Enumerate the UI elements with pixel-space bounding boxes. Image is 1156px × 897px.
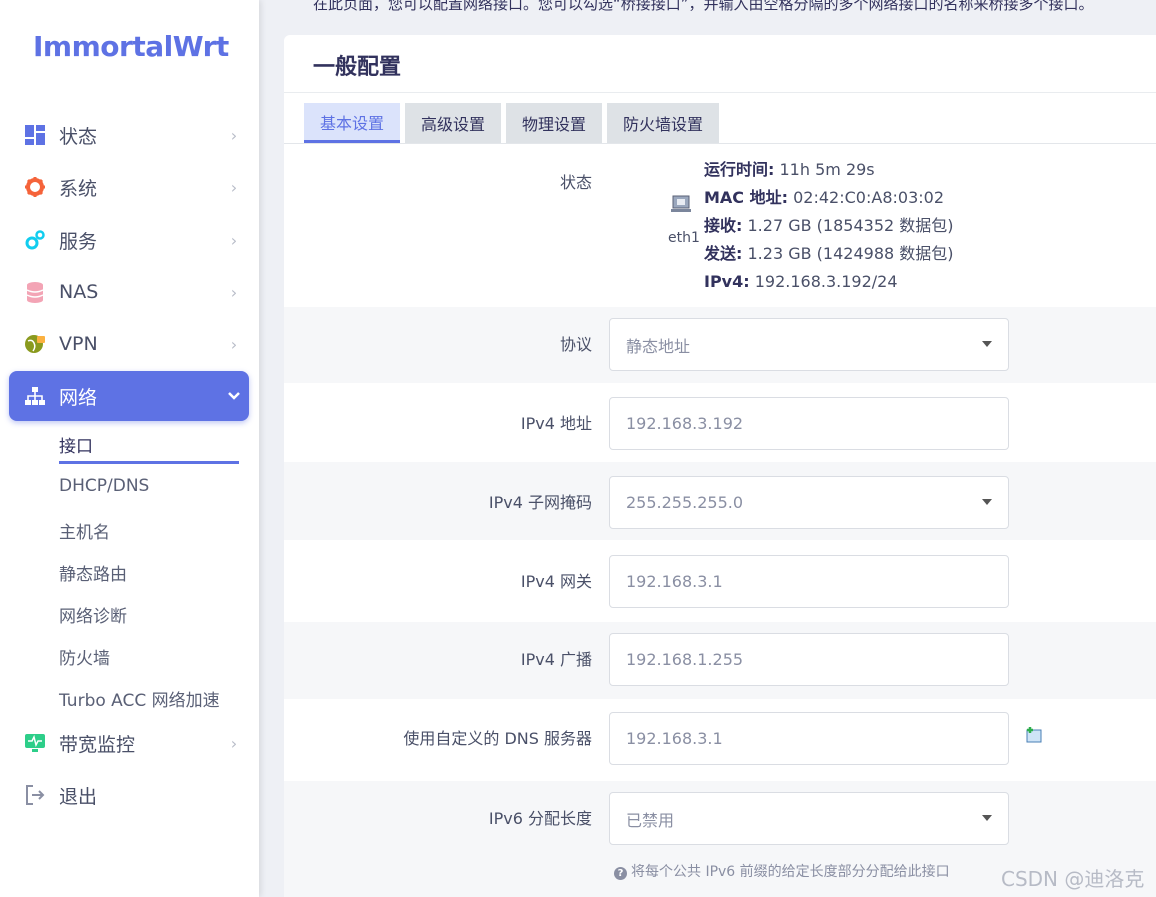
broadcast-value: 192.168.1.255 bbox=[626, 650, 744, 669]
nav-system-label: 系统 bbox=[59, 177, 98, 200]
ipv4-address-label: IPv4 地址 bbox=[520, 414, 592, 433]
add-dns-icon[interactable] bbox=[1024, 725, 1044, 749]
ipv6-hint-text: 将每个公共 IPv6 前缀的给定长度部分分配给此接口 bbox=[631, 864, 950, 880]
netmask-select[interactable]: 255.255.255.0 bbox=[609, 476, 1009, 529]
uptime-value: 11h 5m 29s bbox=[779, 160, 875, 179]
chevron-down-icon bbox=[219, 391, 249, 401]
protocol-select[interactable]: 静态地址 bbox=[609, 318, 1009, 371]
nav-network[interactable]: 网络 bbox=[9, 371, 249, 421]
ipv4-status-label: IPv4: bbox=[704, 272, 750, 291]
netmask-value: 255.255.255.0 bbox=[626, 493, 744, 512]
logout-icon bbox=[9, 784, 59, 806]
caret-down-icon bbox=[982, 815, 992, 821]
nav-system[interactable]: 系统 › bbox=[9, 162, 249, 212]
ipv6-hint: ? 将每个公共 IPv6 前缀的给定长度部分分配给此接口 bbox=[614, 861, 950, 881]
nav-services-label: 服务 bbox=[59, 230, 98, 253]
dns-value: 192.168.3.1 bbox=[626, 729, 723, 748]
subnav-turbo-acc[interactable]: Turbo ACC 网络加速 bbox=[59, 686, 220, 711]
netmask-row: IPv4 子网掩码 255.255.255.0 bbox=[284, 462, 1156, 540]
divider bbox=[284, 92, 1156, 93]
protocol-label: 协议 bbox=[559, 335, 592, 354]
dns-row: 使用自定义的 DNS 服务器 192.168.3.1 bbox=[284, 699, 1156, 781]
subnav-hostnames[interactable]: 主机名 bbox=[59, 518, 110, 543]
tab-firewall[interactable]: 防火墙设置 bbox=[607, 103, 720, 143]
database-icon bbox=[9, 281, 59, 303]
caret-down-icon bbox=[982, 499, 992, 505]
tx-value: 1.23 GB (1424988 数据包) bbox=[747, 244, 954, 263]
nav-status-label: 状态 bbox=[59, 125, 98, 148]
broadcast-row: IPv4 广播 192.168.1.255 bbox=[284, 622, 1156, 699]
globe-lock-icon bbox=[9, 333, 59, 355]
network-icon bbox=[9, 385, 59, 407]
watermark: CSDN @迪洛克 bbox=[1001, 867, 1145, 891]
nav-logout[interactable]: 退出 bbox=[9, 770, 249, 820]
rx-label: 接收: bbox=[704, 216, 743, 235]
subnav-dhcp-dns[interactable]: DHCP/DNS bbox=[59, 476, 149, 496]
monitor-icon bbox=[9, 732, 59, 754]
general-config-card: 一般配置 基本设置 高级设置 物理设置 防火墙设置 状态 eth1 运行时间: … bbox=[284, 35, 1156, 897]
subnav-interfaces[interactable]: 接口 bbox=[59, 432, 93, 457]
question-icon: ? bbox=[614, 867, 627, 880]
nav-nas[interactable]: NAS › bbox=[9, 267, 249, 317]
cogs-icon bbox=[9, 229, 59, 251]
protocol-value: 静态地址 bbox=[626, 336, 691, 356]
dashboard-icon bbox=[9, 124, 59, 146]
netmask-label: IPv4 子网掩码 bbox=[488, 493, 592, 512]
mac-label: MAC 地址: bbox=[704, 188, 789, 207]
tab-bar: 基本设置 高级设置 物理设置 防火墙设置 bbox=[304, 103, 720, 143]
gateway-value: 192.168.3.1 bbox=[626, 572, 723, 591]
ipv4-address-row: IPv4 地址 192.168.3.192 bbox=[284, 383, 1156, 462]
ethernet-port-icon bbox=[670, 192, 692, 218]
tab-physical[interactable]: 物理设置 bbox=[506, 103, 603, 143]
tab-basic[interactable]: 基本设置 bbox=[304, 103, 401, 143]
nav-services[interactable]: 服务 › bbox=[9, 215, 249, 265]
rx-value: 1.27 GB (1854352 数据包) bbox=[747, 216, 954, 235]
subnav-firewall[interactable]: 防火墙 bbox=[59, 644, 110, 669]
ipv4-address-value: 192.168.3.192 bbox=[626, 414, 744, 433]
page-description: 在此页面，您可以配置网络接口。您可以勾选“桥接接口”，并输入由空格分隔的多个网络… bbox=[313, 0, 1094, 13]
nav-bandwidth-label: 带宽监控 bbox=[59, 733, 136, 756]
ipv6-length-value: 已禁用 bbox=[626, 810, 675, 830]
protocol-row: 协议 静态地址 bbox=[284, 307, 1156, 383]
nav-logout-label: 退出 bbox=[59, 785, 98, 808]
chevron-right-icon: › bbox=[230, 282, 238, 302]
mac-value: 02:42:C0:A8:03:02 bbox=[793, 188, 944, 207]
chevron-right-icon: › bbox=[230, 125, 238, 145]
chevron-right-icon: › bbox=[230, 334, 238, 354]
status-details: 运行时间: 11h 5m 29s MAC 地址: 02:42:C0:A8:03:… bbox=[704, 156, 954, 296]
dns-label: 使用自定义的 DNS 服务器 bbox=[403, 729, 592, 748]
device-name: eth1 bbox=[668, 230, 700, 246]
chevron-right-icon: › bbox=[230, 177, 238, 197]
nav-network-label: 网络 bbox=[59, 386, 98, 409]
tx-label: 发送: bbox=[704, 244, 743, 263]
ipv4-status-value: 192.168.3.192/24 bbox=[754, 272, 898, 291]
caret-down-icon bbox=[982, 341, 992, 347]
chevron-right-icon: › bbox=[230, 733, 238, 753]
chevron-right-icon: › bbox=[230, 230, 238, 250]
nav-bandwidth[interactable]: 带宽监控 › bbox=[9, 718, 249, 768]
ipv4-address-input[interactable]: 192.168.3.192 bbox=[609, 397, 1009, 450]
brand-logo[interactable]: ImmortalWrt bbox=[33, 30, 229, 63]
section-title: 一般配置 bbox=[313, 55, 402, 80]
subnav-diagnostics[interactable]: 网络诊断 bbox=[59, 602, 127, 627]
subnav-static-routes[interactable]: 静态路由 bbox=[59, 560, 127, 585]
broadcast-label: IPv4 广播 bbox=[520, 650, 592, 669]
gateway-row: IPv4 网关 192.168.3.1 bbox=[284, 540, 1156, 622]
nav-vpn-label: VPN bbox=[59, 333, 98, 355]
gear-icon bbox=[9, 176, 59, 198]
status-label: 状态 bbox=[559, 173, 592, 192]
subnav-active-indicator bbox=[59, 461, 239, 464]
gateway-label: IPv4 网关 bbox=[520, 572, 592, 591]
broadcast-input[interactable]: 192.168.1.255 bbox=[609, 633, 1009, 686]
ipv6-length-select[interactable]: 已禁用 bbox=[609, 792, 1009, 845]
sidebar: ImmortalWrt 状态 › 系统 › 服务 › NAS › VPN › 网… bbox=[0, 0, 259, 897]
tab-advanced[interactable]: 高级设置 bbox=[405, 103, 502, 143]
nav-vpn[interactable]: VPN › bbox=[9, 319, 249, 369]
ipv6-length-label: IPv6 分配长度 bbox=[488, 809, 592, 828]
nav-status[interactable]: 状态 › bbox=[9, 110, 249, 160]
nav-nas-label: NAS bbox=[59, 281, 99, 303]
dns-input[interactable]: 192.168.3.1 bbox=[609, 712, 1009, 765]
gateway-input[interactable]: 192.168.3.1 bbox=[609, 555, 1009, 608]
uptime-label: 运行时间: bbox=[704, 160, 775, 179]
